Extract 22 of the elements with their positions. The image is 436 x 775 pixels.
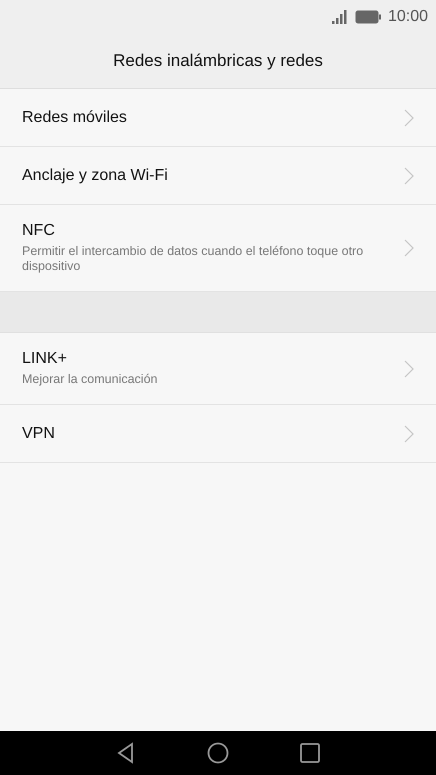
chevron-icon [404, 360, 414, 378]
settings-item[interactable]: Redes móviles [0, 89, 436, 147]
item-title: VPN [22, 424, 56, 442]
item-title: NFC [22, 222, 56, 240]
signal-icon [330, 10, 349, 24]
clock: 10:00 [388, 8, 428, 26]
chevron-icon [404, 166, 414, 184]
item-title: LINK+ [22, 350, 68, 368]
battery-icon [354, 10, 382, 24]
chevron-icon [404, 239, 414, 257]
settings-item[interactable]: Anclaje y zona Wi-Fi [0, 147, 436, 205]
settings-item[interactable]: LINK+ Mejorar la comunicación [0, 333, 436, 405]
item-summary: Mejorar la comunicación [22, 372, 158, 387]
item-title: Anclaje y zona Wi-Fi [22, 166, 169, 184]
item-title: Redes móviles [22, 108, 128, 126]
home-icon[interactable] [207, 742, 229, 764]
chevron-icon [404, 108, 414, 126]
chevron-icon [404, 424, 414, 442]
recents-icon[interactable] [299, 742, 321, 764]
screen-title: Redes inalámbricas y redes [113, 51, 323, 71]
settings-item[interactable]: VPN [0, 405, 436, 463]
item-summary: Permitir el intercambio de datos cuando el teléfono toque otro dispositivo [22, 244, 364, 274]
